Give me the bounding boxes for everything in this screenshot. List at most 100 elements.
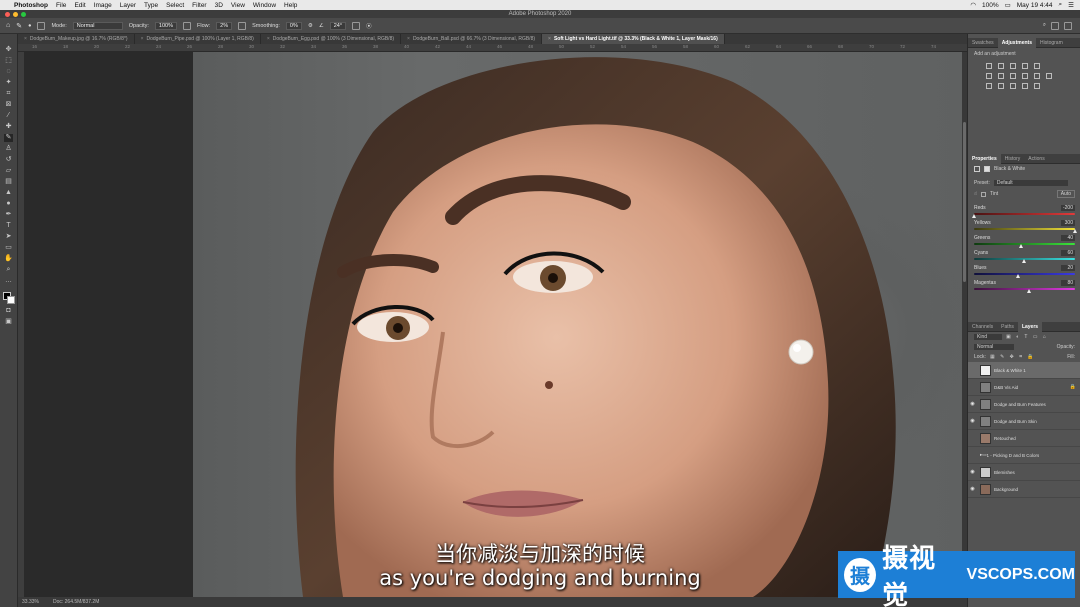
brush-size-icon[interactable]: ●	[28, 23, 31, 29]
more-tools-icon[interactable]: …	[4, 277, 13, 285]
share-icon[interactable]	[1064, 21, 1072, 30]
airbrush-icon[interactable]	[238, 21, 247, 30]
channel-mixer-icon[interactable]	[1034, 73, 1040, 79]
gradient-tool-icon[interactable]: ▤	[4, 178, 13, 186]
color-slider-greens[interactable]: Greens 40	[968, 234, 1080, 248]
slider-track[interactable]	[971, 213, 1075, 218]
frame-tool-icon[interactable]: ⊠	[4, 101, 13, 109]
doc-tab[interactable]: × DodgeBurn_Pipe.psd @ 100% (Layer 1, RGB…	[135, 34, 261, 44]
quick-mask-icon[interactable]: ◘	[4, 307, 13, 315]
layer-row[interactable]: ◉ Dodge and Burn Skin	[968, 413, 1080, 430]
crop-tool-icon[interactable]: ⌗	[4, 90, 13, 98]
portrait-photo[interactable]	[193, 52, 965, 597]
zoom-level[interactable]: 33.33%	[22, 599, 39, 605]
gradient-map-icon[interactable]	[1022, 83, 1028, 89]
color-swatches[interactable]	[2, 292, 15, 304]
marquee-tool-icon[interactable]: ⬚	[4, 57, 13, 65]
eraser-tool-icon[interactable]: ▱	[4, 167, 13, 175]
color-balance-icon[interactable]	[998, 73, 1004, 79]
menu-list-icon[interactable]: ☰	[1068, 1, 1074, 9]
visibility-eye-icon[interactable]: ◉	[968, 486, 977, 492]
zoom-window-button[interactable]	[21, 12, 26, 17]
photo-filter-icon[interactable]	[1022, 73, 1028, 79]
search-icon[interactable]: ⌕	[1059, 1, 1063, 9]
levels-icon[interactable]	[998, 63, 1004, 69]
filter-kind-select[interactable]: Kind	[974, 334, 1002, 340]
doc-tab[interactable]: × DodgeBurn_Ball.psd @ 66.7% (3 Dimension…	[401, 34, 543, 44]
screen-mode-icon[interactable]: ▣	[4, 318, 13, 326]
tab-swatches[interactable]: Swatches	[968, 38, 998, 48]
color-slider-magentas[interactable]: Magentas 80	[968, 279, 1080, 293]
slider-knob[interactable]	[1072, 229, 1077, 233]
slider-value[interactable]: 80	[1061, 280, 1075, 286]
visibility-eye-icon[interactable]: ◉	[968, 418, 977, 424]
slider-knob[interactable]	[971, 214, 976, 218]
symmetry-icon[interactable]: ⦿	[366, 22, 372, 30]
home-icon[interactable]: ⌂	[6, 22, 10, 29]
slider-value[interactable]: 300	[1061, 220, 1075, 226]
tab-actions[interactable]: Actions	[1024, 154, 1048, 164]
pressure-opacity-icon[interactable]	[183, 21, 191, 30]
menu-3d[interactable]: 3D	[215, 2, 223, 9]
quick-select-tool-icon[interactable]: ✦	[4, 79, 13, 87]
blend-mode-select[interactable]: Normal	[974, 344, 1014, 350]
filter-icons[interactable]: ▣ ◐ T ▭ ⌂	[1006, 334, 1048, 340]
hue-saturation-icon[interactable]	[986, 73, 992, 79]
layer-row[interactable]: D&B Vis Aid 🔒	[968, 379, 1080, 396]
menu-edit[interactable]: Edit	[74, 2, 85, 9]
mask-icon[interactable]	[984, 166, 990, 172]
hand-tool-icon[interactable]: ✋	[4, 255, 13, 263]
pressure-size-icon[interactable]	[352, 21, 361, 30]
color-slider-cyans[interactable]: Cyans 60	[968, 249, 1080, 263]
doc-tab[interactable]: × DodgeBurn_Egg.psd @ 100% (3 Dimensional…	[261, 34, 402, 44]
vibrance-icon[interactable]	[1034, 63, 1040, 69]
close-window-button[interactable]	[5, 12, 10, 17]
history-brush-tool-icon[interactable]: ↺	[4, 156, 13, 164]
minimize-window-button[interactable]	[13, 12, 18, 17]
workspace-icon[interactable]	[1051, 21, 1059, 30]
brush-tool-icon[interactable]: ✎	[4, 134, 13, 142]
flow-field[interactable]: 2%	[216, 21, 233, 30]
doc-tab-active[interactable]: × Soft Light vs Hard Light.tif @ 33.3% (B…	[542, 34, 725, 44]
posterize-icon[interactable]	[998, 83, 1004, 89]
blur-tool-icon[interactable]: ▲	[4, 189, 13, 197]
mode-select[interactable]: Normal	[72, 21, 123, 30]
color-slider-yellows[interactable]: Yellows 300	[968, 219, 1080, 233]
healing-brush-tool-icon[interactable]: ✚	[4, 123, 13, 131]
search-ps-icon[interactable]: ⌕	[1043, 22, 1046, 30]
layer-row[interactable]: ◉ Blemishes	[968, 464, 1080, 481]
slider-value[interactable]: 40	[1061, 235, 1075, 241]
move-tool-icon[interactable]: ✥	[4, 46, 13, 54]
menu-filter[interactable]: Filter	[192, 2, 206, 9]
doc-tab[interactable]: × DodgeBurn_Makeup.jpg @ 16.7% (RGB/8*)	[18, 34, 135, 44]
slider-track[interactable]	[974, 273, 1075, 278]
slider-value[interactable]: -200	[1060, 205, 1075, 211]
tab-channels[interactable]: Channels	[968, 322, 997, 332]
layer-row[interactable]: ◉ Dodge and Burn Features	[968, 396, 1080, 413]
visibility-eye-icon[interactable]: ◉	[968, 469, 977, 475]
opacity-field[interactable]: 100%	[154, 21, 177, 30]
invert-icon[interactable]	[986, 83, 992, 89]
slider-track[interactable]	[974, 228, 1077, 233]
tab-histogram[interactable]: Histogram	[1036, 38, 1067, 48]
slider-value[interactable]: 60	[1061, 250, 1075, 256]
smoothing-field[interactable]: 0%	[285, 21, 302, 30]
layer-row[interactable]: ▸▭ 1 - Picking D and B Colors	[968, 447, 1080, 464]
menu-select[interactable]: Select	[166, 2, 184, 9]
eyedropper-tool-icon[interactable]: ⁄	[4, 112, 13, 120]
menu-layer[interactable]: Layer	[120, 2, 136, 9]
tab-history[interactable]: History	[1001, 154, 1025, 164]
tab-properties[interactable]: Properties	[968, 153, 1001, 164]
slider-track[interactable]	[974, 288, 1075, 293]
curves-icon[interactable]	[1010, 63, 1016, 69]
brush-panel-icon[interactable]	[37, 21, 46, 30]
lasso-tool-icon[interactable]: ◌	[4, 68, 13, 76]
type-tool-icon[interactable]: T	[4, 222, 13, 230]
slider-knob[interactable]	[1018, 244, 1023, 248]
color-slider-reds[interactable]: Reds -200	[968, 204, 1080, 218]
clone-stamp-tool-icon[interactable]: ♙	[4, 145, 13, 153]
menu-type[interactable]: Type	[144, 2, 158, 9]
black-white-icon[interactable]	[1010, 73, 1016, 79]
slider-knob[interactable]	[1015, 274, 1020, 278]
auto-button[interactable]: Auto	[1056, 190, 1075, 198]
